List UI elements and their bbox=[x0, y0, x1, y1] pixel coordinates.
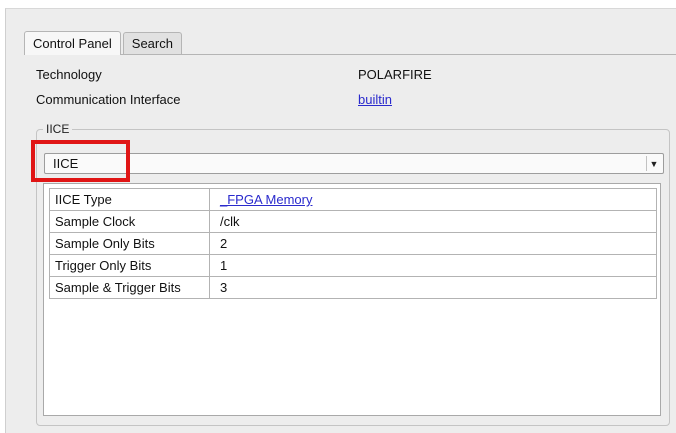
sample-clock-value[interactable]: /clk bbox=[209, 210, 657, 233]
chevron-down-icon[interactable]: ▼ bbox=[646, 156, 661, 171]
tab-search[interactable]: Search bbox=[122, 32, 182, 54]
table-row: Sample & Trigger Bits 3 bbox=[49, 276, 657, 299]
communication-interface-link[interactable]: builtin bbox=[358, 92, 392, 107]
sample-only-bits-label: Sample Only Bits bbox=[49, 232, 210, 255]
tab-control-panel[interactable]: Control Panel bbox=[24, 31, 121, 55]
sample-trigger-bits-value[interactable]: 3 bbox=[209, 276, 657, 299]
communication-interface-label: Communication Interface bbox=[36, 92, 181, 107]
iice-select[interactable]: IICE ▼ bbox=[44, 153, 664, 174]
table-row: Trigger Only Bits 1 bbox=[49, 254, 657, 277]
sample-trigger-bits-label: Sample & Trigger Bits bbox=[49, 276, 210, 299]
table-row: IICE Type _FPGA Memory bbox=[49, 188, 657, 211]
technology-label: Technology bbox=[36, 67, 102, 82]
tab-bar: Control Panel Search bbox=[24, 30, 182, 55]
table-row: Sample Only Bits 2 bbox=[49, 232, 657, 255]
sample-only-bits-value[interactable]: 2 bbox=[209, 232, 657, 255]
table-row: Sample Clock /clk bbox=[49, 210, 657, 233]
trigger-only-bits-label: Trigger Only Bits bbox=[49, 254, 210, 277]
sample-clock-label: Sample Clock bbox=[49, 210, 210, 233]
iice-properties-table: IICE Type _FPGA Memory Sample Clock /clk… bbox=[49, 188, 657, 299]
iice-select-value: IICE bbox=[53, 156, 79, 171]
iice-type-link[interactable]: _FPGA Memory bbox=[220, 192, 312, 207]
iice-group-legend: IICE bbox=[46, 122, 70, 136]
technology-value: POLARFIRE bbox=[358, 67, 432, 82]
iice-type-label: IICE Type bbox=[49, 188, 210, 211]
trigger-only-bits-value[interactable]: 1 bbox=[209, 254, 657, 277]
